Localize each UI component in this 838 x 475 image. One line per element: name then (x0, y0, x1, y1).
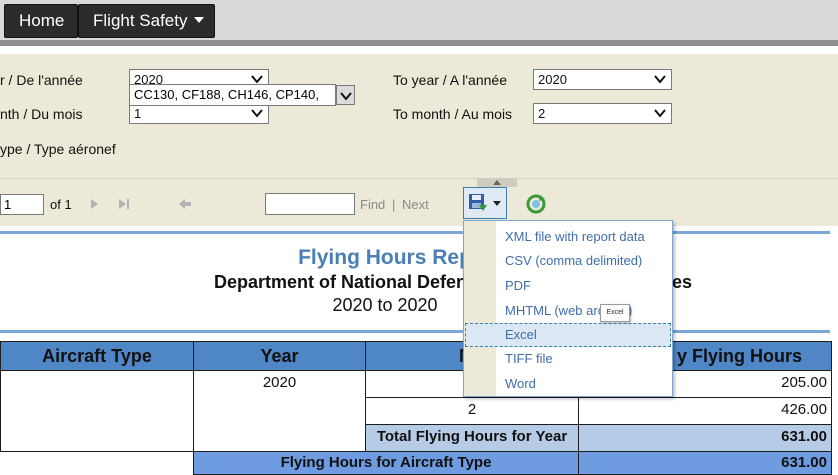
from-month-select[interactable]: 1 (129, 103, 269, 124)
to-month-label: To month / Au mois (393, 106, 513, 122)
last-page-icon[interactable] (117, 197, 131, 211)
menu-item-pdf[interactable]: PDF (465, 274, 671, 298)
to-month-select[interactable]: 2 (533, 103, 672, 124)
aircraft-type-label: ype / Type aéronef (0, 141, 116, 157)
chevron-down-icon (654, 75, 666, 84)
home-button[interactable]: Home (4, 4, 78, 38)
menu-item-tiff[interactable]: TIFF file (465, 347, 671, 371)
caret-down-icon (493, 201, 501, 206)
next-page-icon[interactable] (87, 197, 101, 211)
find-next-link[interactable]: Next (402, 197, 429, 212)
year-total-value: 631.00 (578, 424, 832, 452)
menu-item-word[interactable]: Word (465, 372, 671, 396)
top-nav-bar: Home Flight Safety (0, 0, 838, 40)
spacer (0, 46, 838, 54)
menu-item-excel[interactable]: Excel (465, 323, 671, 347)
from-month-value: 1 (134, 106, 142, 121)
export-format-menu: XML file with report data CSV (comma del… (463, 220, 673, 397)
hours-cell: 426.00 (578, 397, 832, 425)
home-label: Home (19, 11, 65, 30)
back-icon[interactable] (178, 197, 192, 211)
aircraft-type-multiselect[interactable]: CC130, CF188, CH146, CP140, (129, 84, 336, 106)
to-month-value: 2 (538, 106, 546, 121)
month-cell: 2 (365, 397, 579, 425)
menu-item-mhtml[interactable]: MHTML (web archive) (465, 299, 671, 323)
column-header-year[interactable]: Year (193, 341, 366, 371)
flight-safety-menu-button[interactable]: Flight Safety (78, 4, 215, 38)
flight-safety-label: Flight Safety (93, 11, 188, 30)
menu-item-xml[interactable]: XML file with report data (465, 225, 671, 249)
find-link[interactable]: Find (360, 197, 385, 212)
year-cell: 2020 (193, 370, 366, 452)
page-count-label: of 1 (50, 197, 72, 212)
menu-item-csv[interactable]: CSV (comma delimited) (465, 249, 671, 273)
to-year-label: To year / A l'année (393, 72, 507, 88)
to-year-value: 2020 (538, 72, 567, 87)
collapse-up-icon (493, 180, 501, 185)
save-icon (469, 194, 487, 211)
caret-down-icon (193, 17, 204, 23)
chevron-down-icon (251, 109, 263, 118)
chevron-down-icon (654, 109, 666, 118)
to-year-select[interactable]: 2020 (533, 69, 672, 90)
bottom-rule (0, 330, 830, 333)
refresh-icon[interactable] (526, 194, 546, 214)
aircraft-type-total-value: 631.00 (578, 451, 832, 475)
chevron-down-icon (340, 92, 352, 101)
from-year-label: r / De l'année (0, 72, 83, 88)
from-month-label: nth / Du mois (0, 106, 83, 122)
collapse-parameters-button[interactable] (477, 178, 517, 187)
export-button[interactable] (463, 187, 507, 219)
find-separator: | (392, 197, 396, 212)
find-text-input[interactable] (265, 193, 355, 215)
excel-tooltip: Excel (600, 304, 630, 322)
page-number-input[interactable]: 1 (0, 194, 44, 215)
aircraft-type-dropdown-button[interactable] (336, 85, 355, 105)
aircraft-type-total-label: Flying Hours for Aircraft Type (193, 451, 579, 475)
report-subtitle-tail: es (672, 272, 693, 292)
aircraft-type-cell (0, 370, 194, 452)
column-header-aircraft-type[interactable]: Aircraft Type (0, 341, 194, 371)
top-rule (0, 231, 830, 234)
year-total-label: Total Flying Hours for Year (365, 424, 579, 452)
